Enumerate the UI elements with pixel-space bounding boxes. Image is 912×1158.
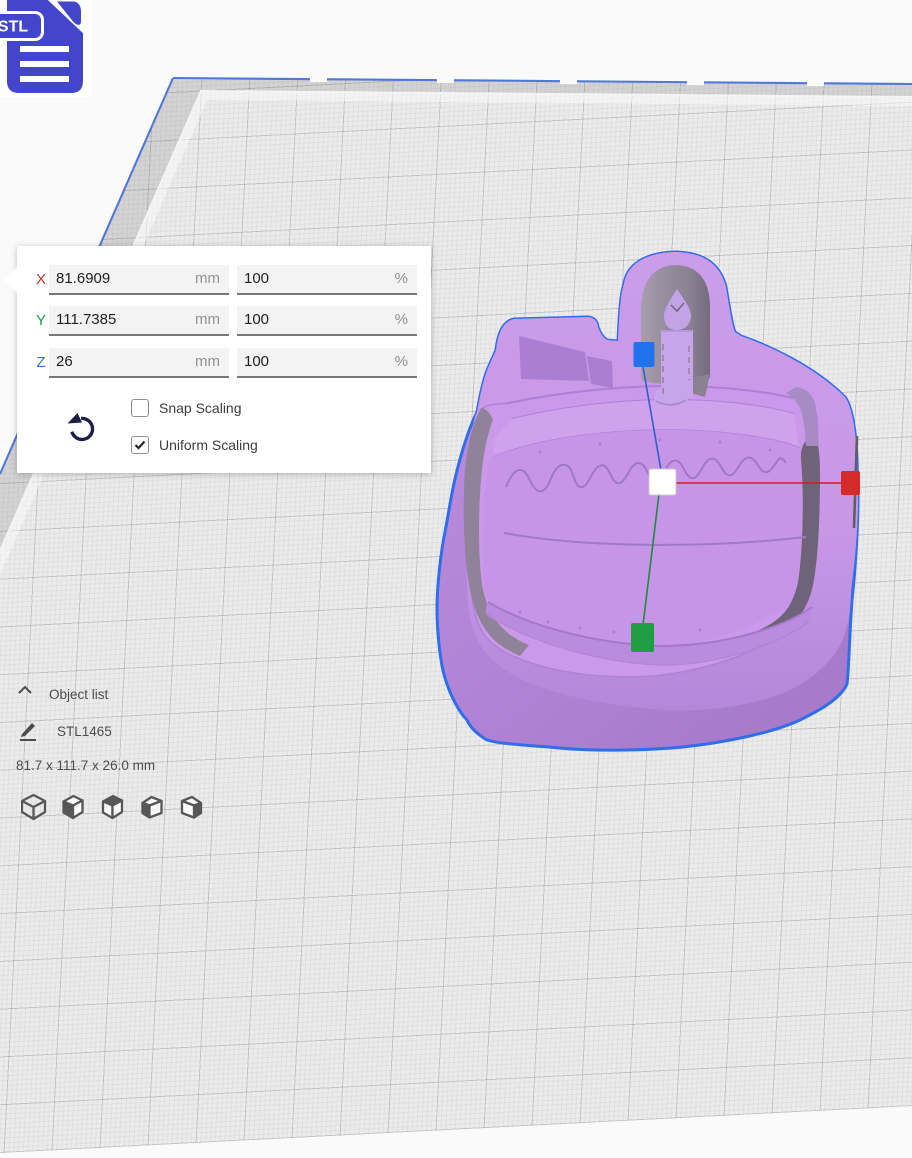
svg-text:STL: STL bbox=[0, 19, 28, 36]
